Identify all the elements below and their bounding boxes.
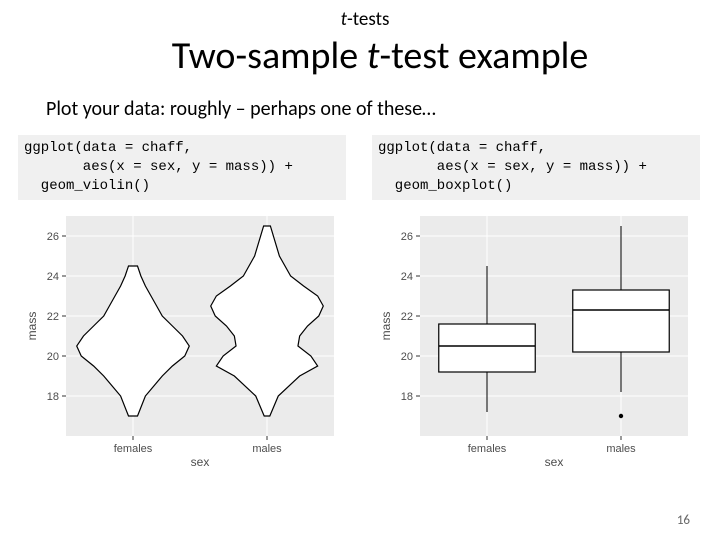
svg-text:sex: sex xyxy=(191,455,210,469)
svg-text:mass: mass xyxy=(25,311,39,340)
svg-text:22: 22 xyxy=(401,311,413,323)
svg-text:26: 26 xyxy=(401,231,413,243)
svg-text:18: 18 xyxy=(401,391,413,403)
columns: ggplot(data = chaff, aes(x = sex, y = ma… xyxy=(18,135,700,470)
svg-text:females: females xyxy=(468,443,507,455)
page-title: Two-sample t-test example xyxy=(80,33,680,79)
col-left: ggplot(data = chaff, aes(x = sex, y = ma… xyxy=(18,135,346,470)
code-violin: ggplot(data = chaff, aes(x = sex, y = ma… xyxy=(18,135,346,200)
title-post: -test example xyxy=(379,33,588,79)
svg-text:22: 22 xyxy=(47,311,59,323)
svg-text:mass: mass xyxy=(379,311,393,340)
code-boxplot: ggplot(data = chaff, aes(x = sex, y = ma… xyxy=(372,135,700,200)
svg-text:males: males xyxy=(252,443,282,455)
svg-text:males: males xyxy=(606,443,636,455)
svg-text:18: 18 xyxy=(47,391,59,403)
subtitle: Plot your data: roughly – perhaps one of… xyxy=(46,97,690,121)
col-right: ggplot(data = chaff, aes(x = sex, y = ma… xyxy=(372,135,700,470)
slide: t-tests Two-sample t-test example Plot y… xyxy=(0,0,720,480)
svg-text:24: 24 xyxy=(401,271,413,283)
title-italic: t xyxy=(367,33,380,79)
page-number: 16 xyxy=(677,513,690,528)
topic-rest: -tests xyxy=(347,8,389,31)
plot-violin: 18 20 22 24 26 females males mass sex xyxy=(18,210,346,470)
svg-text:20: 20 xyxy=(47,351,59,363)
title-pre: Two-sample xyxy=(172,33,367,79)
svg-text:sex: sex xyxy=(545,455,564,469)
svg-text:24: 24 xyxy=(47,271,59,283)
topic-line: t-tests xyxy=(40,8,690,31)
svg-text:26: 26 xyxy=(47,231,59,243)
svg-text:20: 20 xyxy=(401,351,413,363)
svg-text:females: females xyxy=(114,443,153,455)
plot-boxplot: 18 20 22 24 26 females males mass sex xyxy=(372,210,700,470)
